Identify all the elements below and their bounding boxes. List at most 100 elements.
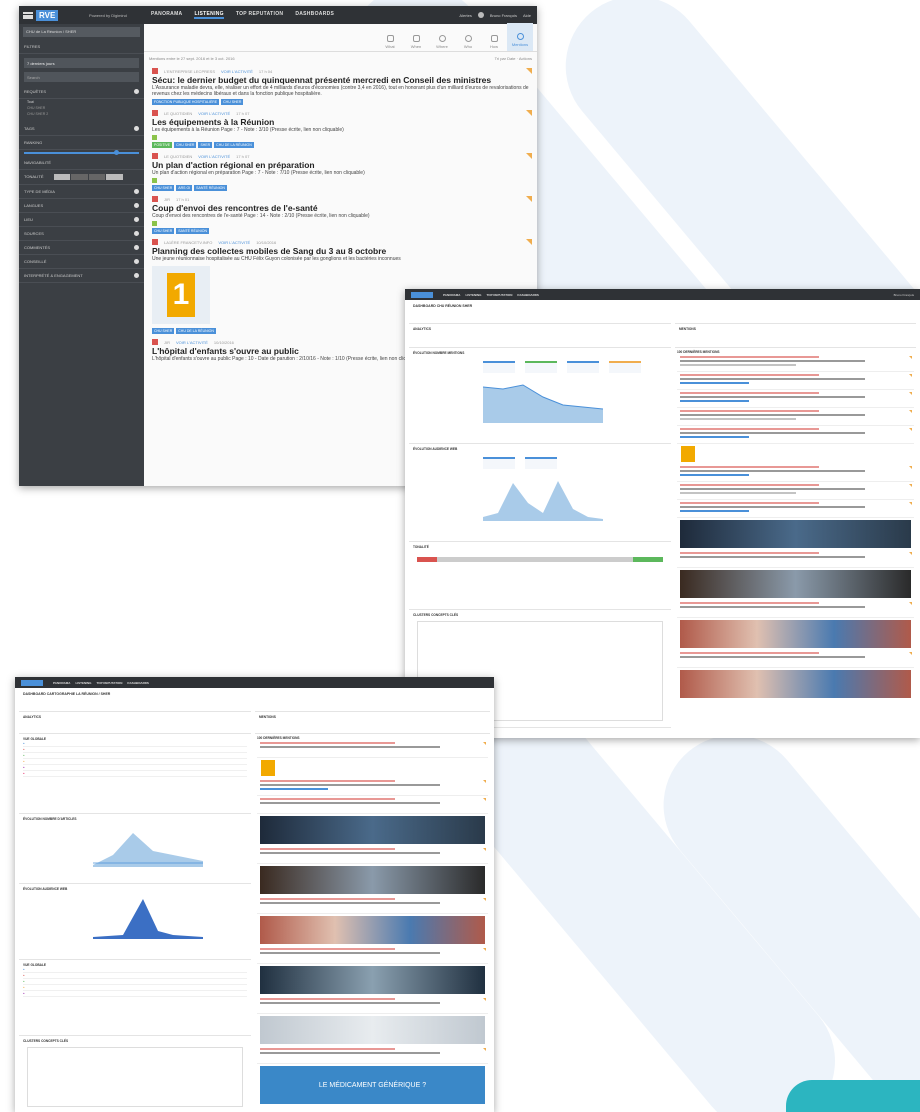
- add-icon[interactable]: [134, 231, 139, 236]
- feed-item[interactable]: [257, 740, 488, 758]
- mention-title[interactable]: Planning des collectes mobiles de Sang d…: [152, 247, 532, 256]
- tag[interactable]: CHU SHER: [152, 228, 175, 234]
- feed-item[interactable]: [677, 650, 914, 668]
- source-name[interactable]: L'ENTREPRISE LECPRESS: [164, 69, 215, 74]
- add-icon[interactable]: [134, 273, 139, 278]
- user-menu[interactable]: Bruno François: [894, 293, 914, 297]
- tag[interactable]: SANTÉ RÉUNION: [176, 228, 210, 234]
- ranking-slider[interactable]: [24, 150, 139, 155]
- tab-mentions[interactable]: Mentions: [507, 23, 533, 51]
- feed-item[interactable]: [257, 996, 488, 1014]
- tags-pie-chart[interactable]: [513, 735, 553, 738]
- feed-item[interactable]: [257, 1046, 488, 1064]
- tag[interactable]: CHU SHER: [152, 185, 175, 191]
- feed-item[interactable]: [677, 426, 914, 444]
- date-range-button[interactable]: 7 derniers jours: [24, 58, 139, 68]
- nav-dashboards[interactable]: DASHBOARDS: [127, 681, 149, 685]
- mention-title[interactable]: Les équipements à la Réunion: [152, 118, 532, 127]
- feed-image[interactable]: [260, 816, 485, 844]
- nav-top-reputation[interactable]: TOP REPUTATION: [236, 11, 283, 19]
- bookmark-icon[interactable]: [526, 239, 532, 245]
- nav-panorama[interactable]: PANORAMA: [443, 293, 460, 297]
- brand-logo[interactable]: [21, 679, 43, 686]
- tag[interactable]: CHU SHER: [152, 328, 175, 334]
- feed-image[interactable]: [680, 620, 911, 648]
- sort-select[interactable]: Tri par Date: [495, 56, 516, 61]
- bookmark-icon[interactable]: [526, 153, 532, 159]
- activity-link[interactable]: VOIR L'ACTIVITÉ: [176, 340, 208, 345]
- brand-logo[interactable]: [411, 291, 433, 298]
- requetes-item[interactable]: CHU SHER 2: [19, 111, 144, 122]
- add-icon[interactable]: [134, 203, 139, 208]
- nav-listening[interactable]: LISTENING: [465, 293, 481, 297]
- source-name[interactable]: LE QUOTIDIEN: [164, 154, 192, 159]
- filter-commentes[interactable]: COMMENTÉS: [19, 241, 144, 255]
- source-name[interactable]: LE QUOTIDIEN: [164, 111, 192, 116]
- mention-item[interactable]: JIR 17 h 01 Coup d'envoi des rencontres d…: [152, 196, 532, 234]
- feed-item[interactable]: [677, 354, 914, 372]
- nav-panorama[interactable]: PANORAMA: [151, 11, 182, 19]
- table-row[interactable]: ●: [23, 771, 247, 777]
- source-name[interactable]: LA1ÈRE FRANCETV.INFO: [164, 240, 212, 245]
- filter-navigabilite[interactable]: NAVIGABILITÉ: [19, 156, 144, 170]
- filter-conseille[interactable]: CONSEILLÉ: [19, 255, 144, 269]
- nav-panorama[interactable]: PANORAMA: [53, 681, 70, 685]
- bookmark-icon[interactable]: [526, 110, 532, 116]
- tab-who[interactable]: Who: [455, 35, 481, 51]
- nav-listening[interactable]: LISTENING: [194, 11, 224, 19]
- filter-lieu[interactable]: LIEU: [19, 213, 144, 227]
- add-icon[interactable]: [134, 189, 139, 194]
- add-icon[interactable]: [134, 89, 139, 94]
- filter-tags[interactable]: TAGS: [19, 122, 144, 136]
- tab-when[interactable]: When: [403, 35, 429, 51]
- tag[interactable]: CHU SHER: [221, 99, 244, 105]
- activity-link[interactable]: VOIR L'ACTIVITÉ: [218, 240, 250, 245]
- tag[interactable]: CHU DE LA RÉUNION: [176, 328, 216, 334]
- mention-title[interactable]: Coup d'envoi des rencontres de l'e-santé: [152, 204, 532, 213]
- filter-requetes[interactable]: REQUÊTES: [19, 85, 144, 99]
- filter-sources[interactable]: SOURCES: [19, 227, 144, 241]
- tag[interactable]: ARS OI: [176, 185, 193, 191]
- filter-langues[interactable]: LANGUES: [19, 199, 144, 213]
- mention-item[interactable]: LE QUOTIDIEN VOIR L'ACTIVITÉ 17 h 07 Un pl…: [152, 153, 532, 191]
- filter-ranking[interactable]: RANKING: [19, 136, 144, 150]
- activity-link[interactable]: VOIR L'ACTIVITÉ: [198, 154, 230, 159]
- tag[interactable]: SHER: [198, 142, 213, 148]
- filter-engagement[interactable]: INTERPRÉTÉ & ENGAGEMENT: [19, 269, 144, 283]
- source-name[interactable]: JIR: [164, 340, 170, 345]
- nav-dashboards[interactable]: DASHBOARDS: [295, 11, 334, 19]
- menu-icon[interactable]: [23, 11, 33, 19]
- tag[interactable]: FONCTION PUBLIQUE HOSPITALIÈRE: [152, 99, 220, 105]
- feed-item[interactable]: [677, 550, 914, 568]
- feed-item[interactable]: [257, 946, 488, 964]
- articles-area-chart[interactable]: [93, 825, 203, 867]
- feed-item[interactable]: [677, 600, 914, 618]
- mention-item[interactable]: L'ENTREPRISE LECPRESS VOIR L'ACTIVITÉ 17 h…: [152, 68, 532, 105]
- feed-item[interactable]: [677, 482, 914, 500]
- feed-item[interactable]: [257, 796, 488, 814]
- alerts-link[interactable]: Alertes: [459, 13, 471, 18]
- search-input[interactable]: Search: [24, 72, 139, 82]
- actions-menu[interactable]: Actions: [519, 56, 532, 61]
- tag[interactable]: CHU SHER: [174, 142, 197, 148]
- activity-link[interactable]: VOIR L'ACTIVITÉ: [198, 111, 230, 116]
- mention-title[interactable]: Un plan d'action régional en préparation: [152, 161, 532, 170]
- feed-item[interactable]: [677, 390, 914, 408]
- activity-link[interactable]: VOIR L'ACTIVITÉ: [221, 69, 253, 74]
- feed-item[interactable]: [257, 896, 488, 914]
- la1ere-logo-image[interactable]: 1: [152, 266, 210, 324]
- account-select[interactable]: CHU de La Réunion / SHER: [23, 27, 140, 37]
- tag[interactable]: SANTÉ RÉUNION: [194, 185, 227, 191]
- logo[interactable]: RVE: [19, 6, 89, 24]
- feed-image[interactable]: [680, 520, 911, 548]
- filter-tonalite[interactable]: TONALITÉ: [19, 170, 144, 185]
- feed-item[interactable]: [257, 778, 488, 796]
- bookmark-icon[interactable]: [526, 68, 532, 74]
- bookmark-icon[interactable]: [526, 196, 532, 202]
- feed-image[interactable]: [260, 1016, 485, 1044]
- tag[interactable]: POSITIVE: [152, 142, 173, 148]
- mention-title[interactable]: Sécu: le dernier budget du quinquennat p…: [152, 76, 532, 85]
- cluster-cloud[interactable]: [27, 1047, 243, 1107]
- feed-item[interactable]: [677, 464, 914, 482]
- help-link[interactable]: Aide: [523, 13, 531, 18]
